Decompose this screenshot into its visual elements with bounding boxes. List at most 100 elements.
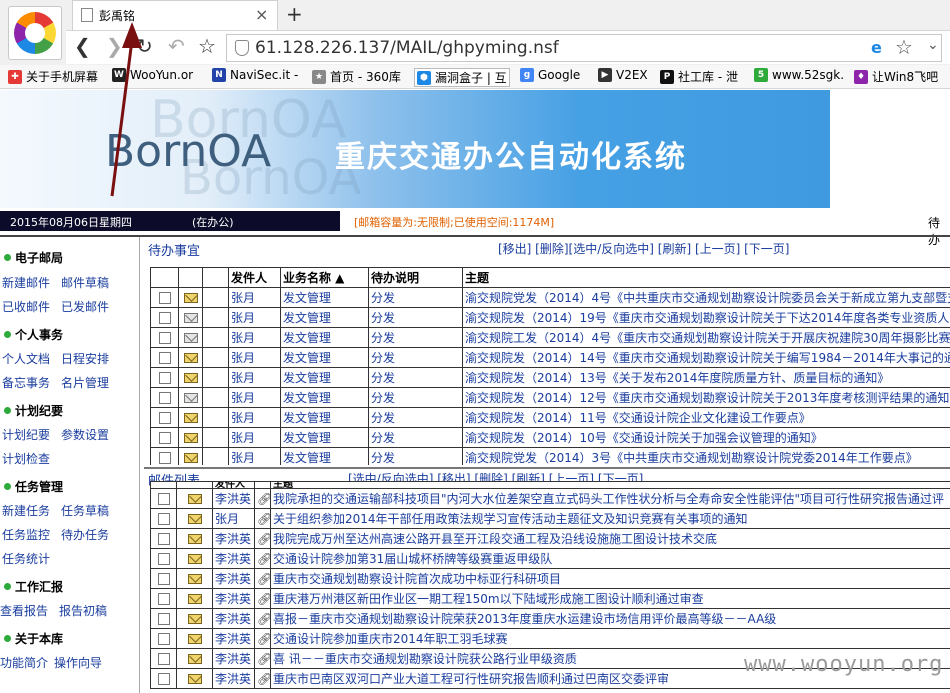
row-subject[interactable]: 喜报－重庆市交通规划勘察设计院荣获2013年度重庆水运建设市场信用评价最高等级－…	[270, 608, 950, 629]
row-checkbox[interactable]	[158, 392, 171, 404]
row-note[interactable]: 分发	[368, 387, 463, 408]
row-checkbox[interactable]	[157, 553, 170, 565]
table-row[interactable]: 张月🔗︎关于组织参加2014年干部任用政策法规学习宣传活动主题征文及知识竞赛有关…	[150, 508, 950, 529]
row-sender[interactable]: 张月	[228, 407, 281, 428]
pending-actions[interactable]: [移出] [删除][选中/反向选中] [刷新] [上一页] [下一页]	[498, 240, 789, 257]
menu-heading-tasks[interactable]: 任务管理	[4, 478, 63, 495]
menu-link-task-draft[interactable]: 任务草稿	[61, 502, 109, 519]
row-business[interactable]: 发文管理	[280, 327, 369, 348]
row-checkbox[interactable]	[157, 513, 170, 525]
row-checkbox[interactable]	[158, 412, 171, 424]
menu-link-cards[interactable]: 名片管理	[61, 374, 109, 391]
row-note[interactable]: 分发	[368, 307, 463, 328]
row-subject[interactable]: 渝交规院发（2014）12号《重庆市交通规划勘察设计院关于2013年度考核测评结…	[462, 387, 950, 408]
chevron-down-icon[interactable]: ⌄	[927, 37, 939, 53]
close-tab-icon[interactable]: ×	[255, 5, 268, 24]
row-checkbox[interactable]	[157, 493, 170, 505]
menu-link-task-stats[interactable]: 任务统计	[2, 550, 50, 567]
menu-link-mail-draft[interactable]: 邮件草稿	[61, 274, 109, 291]
table-row[interactable]: 张月 发文管理 分发 渝交规院发（2014）10号《交通设计院关于加强会议管理的通知》	[150, 427, 950, 448]
browser-tab[interactable]: 彭禹铭 ×	[72, 0, 278, 30]
row-business[interactable]: 发文管理	[280, 387, 369, 408]
menu-heading-personal[interactable]: 个人事务	[4, 326, 63, 343]
row-business[interactable]: 发文管理	[280, 367, 369, 388]
row-subject[interactable]: 重庆市交通规划勘察设计院首次成功中标亚行科研项目	[270, 568, 950, 589]
bookmark-item[interactable]: P 社工库 - 泄	[660, 68, 738, 85]
row-sender[interactable]: 李洪英	[212, 528, 255, 549]
row-checkbox[interactable]	[158, 452, 171, 464]
table-row[interactable]: 张月 发文管理 分发 渝交规院发（2014）14号《重庆市交通规划勘察设计院关于编写1…	[150, 347, 950, 368]
table-row[interactable]: 李洪英🔗︎喜报－重庆市交通规划勘察设计院荣获2013年度重庆水运建设市场信用评价…	[150, 608, 950, 629]
row-checkbox[interactable]	[157, 653, 170, 665]
bookmark-item[interactable]: 5 www.52sgk.	[754, 68, 844, 82]
col-sender[interactable]: 发件人	[228, 267, 281, 288]
row-subject[interactable]: 渝交规院发（2014）10号《交通设计院关于加强会议管理的通知》	[462, 427, 950, 448]
row-sender[interactable]: 李洪英	[212, 488, 255, 509]
row-sender[interactable]: 张月	[228, 307, 281, 328]
row-sender[interactable]: 张月	[212, 508, 255, 529]
row-checkbox[interactable]	[158, 352, 171, 364]
row-business[interactable]: 发文管理	[280, 347, 369, 368]
row-sender[interactable]: 张月	[228, 367, 281, 388]
menu-link-new-mail[interactable]: 新建邮件	[2, 274, 50, 291]
row-business[interactable]: 发文管理	[280, 447, 369, 465]
row-sender[interactable]: 张月	[228, 427, 281, 448]
ie-mode-icon[interactable]: e	[871, 38, 882, 57]
row-checkbox[interactable]	[157, 633, 170, 645]
table-row[interactable]: 李洪英🔗︎重庆市交通规划勘察设计院首次成功中标亚行科研项目	[150, 568, 950, 589]
row-sender[interactable]: 李洪英	[212, 668, 255, 689]
menu-link-task-monitor[interactable]: 任务监控	[2, 526, 50, 543]
row-sender[interactable]: 李洪英	[212, 548, 255, 569]
bookmark-item[interactable]: ⬢ 漏洞盒子 | 互	[414, 68, 510, 87]
menu-link-new-task[interactable]: 新建任务	[2, 502, 50, 519]
row-note[interactable]: 分发	[368, 287, 463, 308]
table-row[interactable]: 张月 发文管理 分发 渝交规院党发（2014）3号《中共重庆市交通规划勘察设计院党委2…	[150, 447, 950, 465]
menu-heading-mail[interactable]: 电子邮局	[4, 249, 63, 266]
row-note[interactable]: 分发	[368, 347, 463, 368]
row-checkbox[interactable]	[157, 573, 170, 585]
row-checkbox[interactable]	[157, 673, 170, 685]
menu-link-plan-check[interactable]: 计划检查	[2, 450, 50, 467]
row-business[interactable]: 发文管理	[280, 407, 369, 428]
url-input[interactable]: 61.128.226.137/MAIL/ghpyming.nsf e ☆ ⌄	[226, 34, 942, 62]
row-checkbox[interactable]	[158, 312, 171, 324]
table-row[interactable]: 张月 发文管理 分发 渝交规院发（2014）13号《关于发布2014年度院质量方针、质…	[150, 367, 950, 388]
menu-heading-about[interactable]: 关于本库	[4, 630, 63, 647]
menu-link-report-draft[interactable]: 报告初稿	[59, 602, 107, 619]
menu-link-memo[interactable]: 备忘事务	[2, 374, 50, 391]
bookmark-item[interactable]: ♦ 让Win8飞吧	[854, 68, 938, 85]
menu-link-sent[interactable]: 已发邮件	[61, 298, 109, 315]
row-sender[interactable]: 张月	[228, 287, 281, 308]
menu-link-docs[interactable]: 个人文档	[2, 350, 50, 367]
row-business[interactable]: 发文管理	[280, 287, 369, 308]
row-subject[interactable]: 渝交规院工发（2014）4号《重庆市交通规划勘察设计院关于开展庆祝建院30周年摄…	[462, 327, 950, 348]
table-row[interactable]: 张月 发文管理 分发 渝交规院党发（2014）4号《中共重庆市交通规划勘察设计院委员会…	[150, 287, 950, 308]
table-row[interactable]: 李洪英🔗︎重庆港万州港区新田作业区一期工程150m以下陆域形成施工图设计顺利通过…	[150, 588, 950, 609]
table-row[interactable]: 张月 发文管理 分发 渝交规院发（2014）12号《重庆市交通规划勘察设计院关于201…	[150, 387, 950, 408]
menu-heading-reports[interactable]: 工作汇报	[4, 578, 63, 595]
forward-icon[interactable]: ❯	[106, 34, 123, 58]
row-note[interactable]: 分发	[368, 427, 463, 448]
menu-link-plans[interactable]: 计划纪要	[2, 426, 50, 443]
col-business[interactable]: 业务名称 ▲	[280, 267, 369, 288]
row-subject[interactable]: 关于组织参加2014年干部任用政策法规学习宣传活动主题征文及知识竞赛有关事项的通…	[270, 508, 950, 529]
table-row[interactable]: 李洪英🔗︎交通设计院参加重庆市2014年职工羽毛球赛	[150, 628, 950, 649]
row-note[interactable]: 分发	[368, 327, 463, 348]
row-subject[interactable]: 渝交规院党发（2014）4号《中共重庆市交通规划勘察设计院委员会关于新成立第九支…	[462, 287, 950, 308]
table-row[interactable]: 李洪英🔗︎交通设计院参加第31届山城杯桥牌等级赛重返甲级队	[150, 548, 950, 569]
row-checkbox[interactable]	[157, 533, 170, 545]
col-note[interactable]: 待办说明	[368, 267, 463, 288]
table-row[interactable]: 李洪英🔗︎我院承担的交通运输部科技项目"内河大水位差架空直立式码头工作性状分析与…	[150, 488, 950, 509]
table-row[interactable]: 张月 发文管理 分发 渝交规院发（2014）11号《交通设计院企业文化建设工作要点》	[150, 407, 950, 428]
menu-link-view-reports[interactable]: 查看报告	[0, 602, 48, 619]
back-icon[interactable]: ❮	[74, 34, 91, 58]
row-note[interactable]: 分发	[368, 407, 463, 428]
row-business[interactable]: 发文管理	[280, 307, 369, 328]
row-subject[interactable]: 渝交规院发（2014）13号《关于发布2014年度院质量方针、质量目标的通知》	[462, 367, 950, 388]
row-sender[interactable]: 李洪英	[212, 588, 255, 609]
row-sender[interactable]: 李洪英	[212, 648, 255, 669]
row-sender[interactable]: 李洪英	[212, 628, 255, 649]
menu-link-intro[interactable]: 功能简介	[0, 654, 48, 671]
new-tab-button[interactable]: +	[286, 2, 303, 26]
row-checkbox[interactable]	[157, 593, 170, 605]
